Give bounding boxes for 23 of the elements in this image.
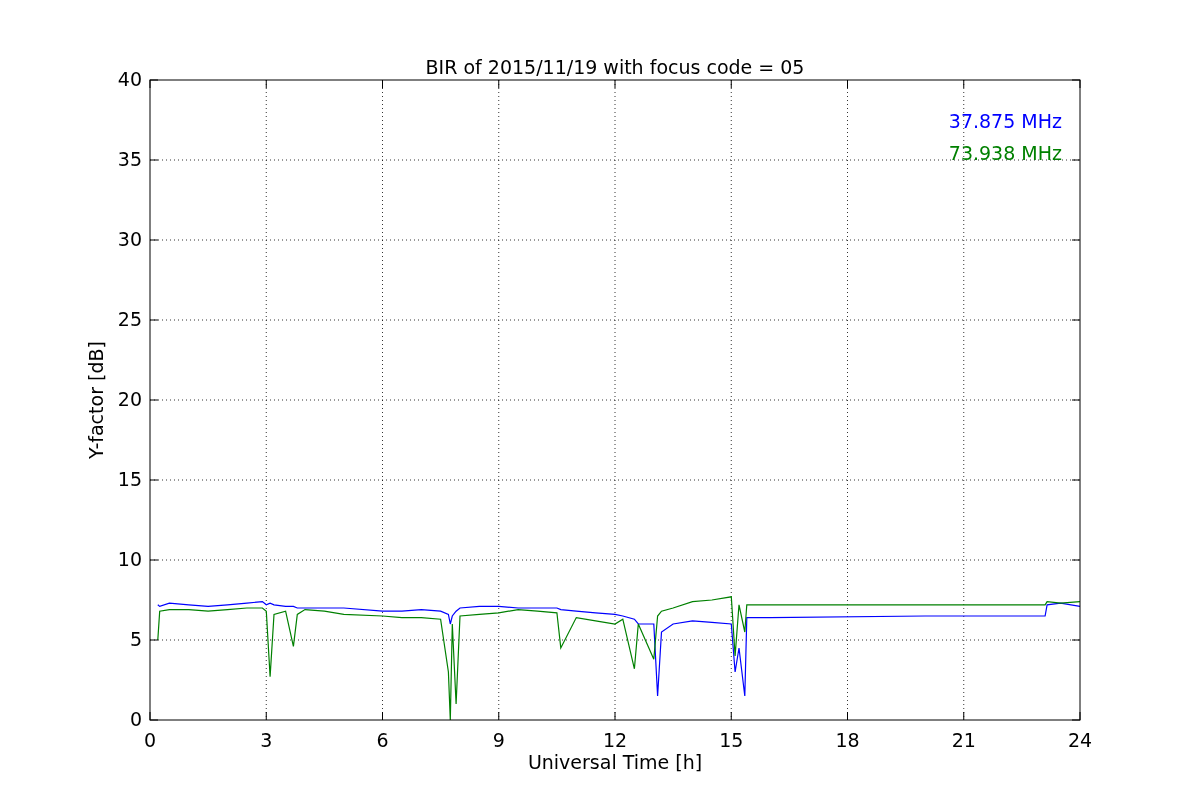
x-tick-label: 0 [143,729,157,751]
y-tick-label: 5 [129,628,142,650]
x-tick-label: 21 [951,729,976,751]
legend-label: 73.938 MHz [948,142,1062,164]
x-tick-label: 3 [260,729,273,751]
x-tick-label: 24 [1067,729,1093,751]
x-tick-label: 6 [376,729,389,751]
y-tick-label: 25 [117,308,142,330]
y-tick-label: 40 [117,68,142,90]
y-tick-label: 30 [117,228,142,250]
chart-title: BIR of 2015/11/19 with focus code = 05 [425,56,805,78]
x-tick-label: 15 [719,729,744,751]
x-tick-label: 18 [835,729,860,751]
x-tick-label: 9 [492,729,505,751]
y-tick-label: 15 [117,468,142,490]
y-axis-label: Y-factor [dB] [85,341,107,459]
x-axis-label: Universal Time [h] [527,751,703,773]
x-tick-label: 12 [602,729,628,751]
y-tick-label: 20 [117,388,142,410]
y-tick-label: 10 [117,548,142,570]
y-tick-label: 0 [129,708,142,730]
legend-label: 37.875 MHz [948,110,1062,132]
y-tick-label: 35 [117,148,142,170]
